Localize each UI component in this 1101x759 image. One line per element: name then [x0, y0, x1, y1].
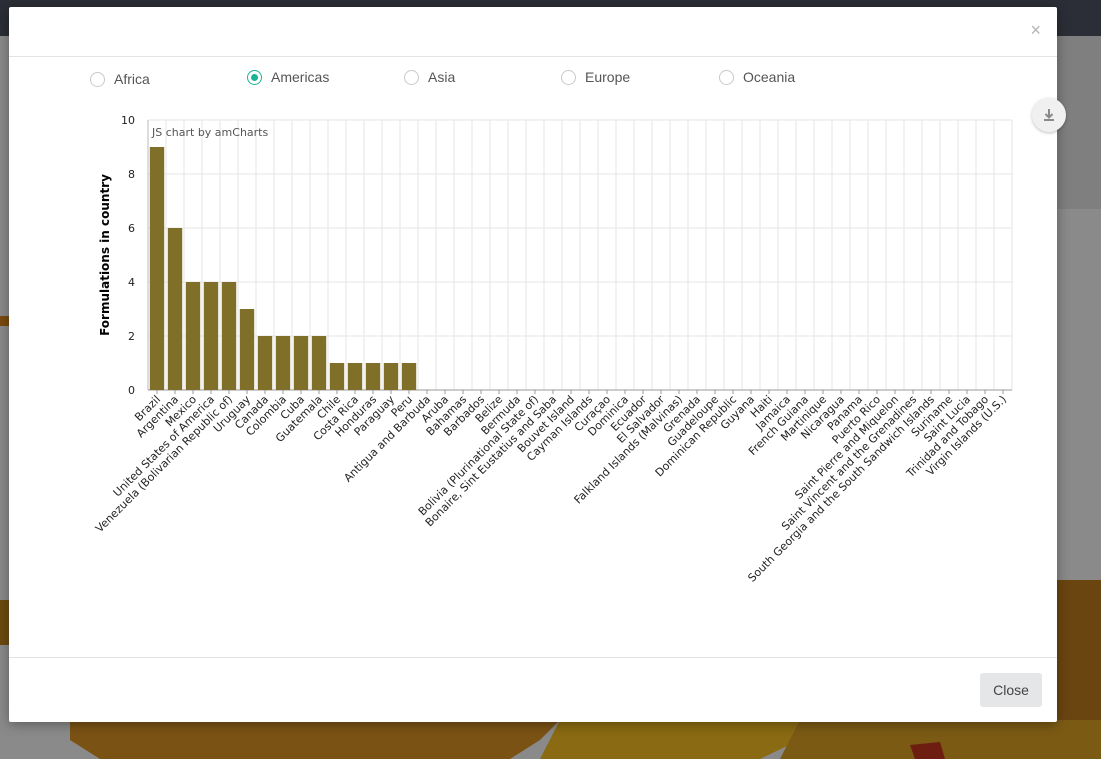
bar [275, 336, 291, 390]
bar [401, 363, 417, 390]
modal-footer: Close [9, 657, 1057, 723]
chart-modal: × Africa Americas Asia Europe Oceania 024681… [9, 7, 1057, 722]
modal-body: Africa Americas Asia Europe Oceania 0 2 4 6 8 10 B… [9, 57, 1057, 657]
bar [383, 363, 399, 390]
bar [239, 309, 255, 390]
export-button[interactable] [1032, 98, 1066, 132]
bar [329, 363, 345, 390]
background-map-fragment [0, 316, 9, 326]
bar-chart: 0246810BrazilArgentinaMexicoUnited State… [93, 114, 1013, 585]
bar [203, 282, 219, 390]
y-tick-label: 10 [121, 114, 135, 127]
background-map [70, 720, 1101, 759]
y-axis-title: Formulations in country [98, 174, 112, 336]
y-tick-label: 8 [128, 168, 135, 181]
background-map-fragment [1057, 580, 1101, 720]
y-tick-label: 4 [128, 276, 135, 289]
y-tick-label: 6 [128, 222, 135, 235]
y-tick-label: 2 [128, 330, 135, 343]
bar [185, 282, 201, 390]
bar [293, 336, 309, 390]
bar [149, 147, 165, 390]
bar [347, 363, 363, 390]
close-button[interactable]: Close [980, 673, 1042, 707]
bar [365, 363, 381, 390]
y-tick-label: 0 [128, 384, 135, 397]
bar [167, 228, 183, 390]
bar [221, 282, 237, 390]
chart-credit: JS chart by amCharts [151, 126, 268, 139]
download-icon [1044, 109, 1054, 121]
bar [257, 336, 273, 390]
bar [311, 336, 327, 390]
close-icon[interactable]: × [1030, 21, 1041, 39]
modal-header: × [9, 7, 1057, 57]
